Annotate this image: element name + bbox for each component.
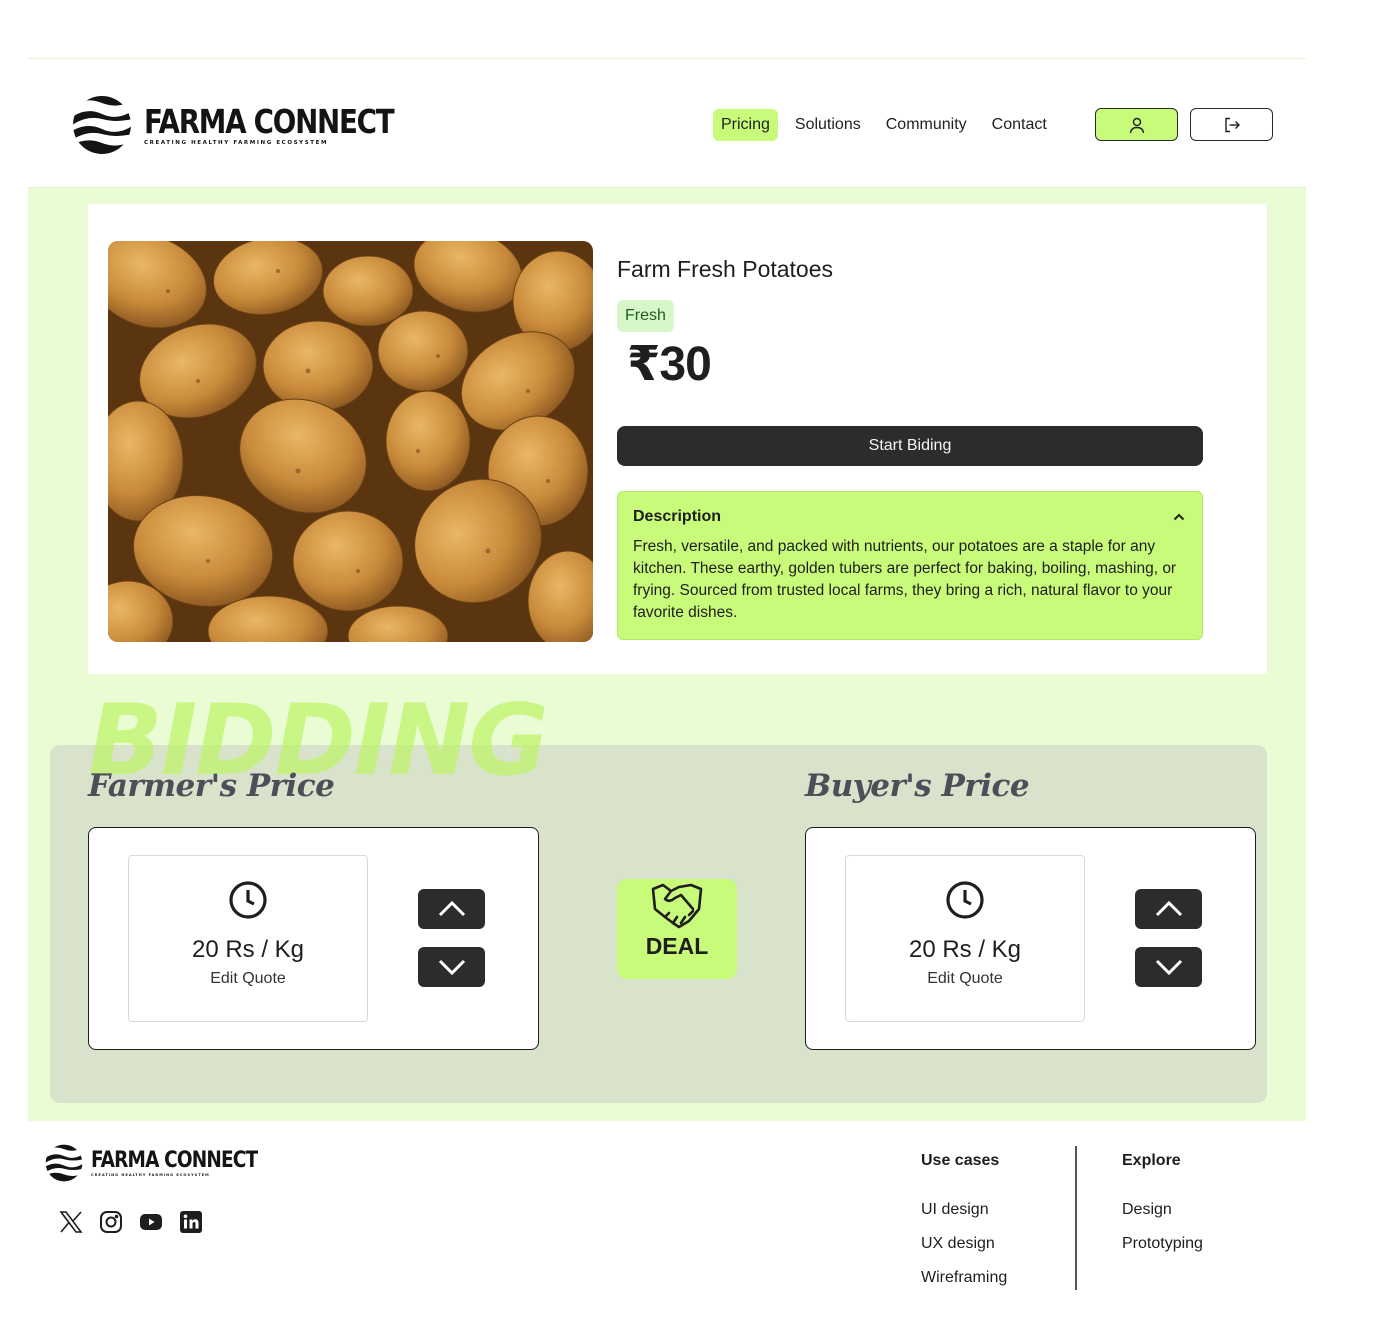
farmer-edit-quote[interactable]: Edit Quote (210, 970, 286, 988)
logo-mark-icon (45, 1144, 83, 1182)
brand-logo[interactable]: FARMA CONNECT CREATING HEALTHY FARMING E… (72, 95, 441, 155)
chevron-up-icon[interactable] (1171, 509, 1187, 525)
start-bidding-button[interactable]: Start Biding (617, 426, 1203, 466)
farmer-increase-button[interactable] (418, 889, 485, 929)
use-cases-title: Use cases (921, 1152, 1000, 1169)
description-heading: Description (633, 508, 722, 525)
footer-link-prototyping[interactable]: Prototyping (1122, 1234, 1203, 1254)
footer-link-ui-design[interactable]: UI design (921, 1200, 1007, 1220)
description-header[interactable]: Description (633, 508, 1187, 526)
x-icon[interactable] (59, 1210, 83, 1234)
chevron-up-icon (1155, 900, 1182, 917)
fresh-badge: Fresh (617, 300, 674, 332)
footer-use-cases: Use cases UI design UX design Wireframin… (921, 1152, 1007, 1302)
footer-link-ux-design[interactable]: UX design (921, 1234, 1007, 1254)
youtube-icon[interactable] (139, 1210, 163, 1234)
instagram-icon[interactable] (99, 1210, 123, 1234)
description-panel: Description Fresh, versatile, and packed… (617, 491, 1203, 640)
footer-explore: Explore Design Prototyping (1122, 1152, 1203, 1268)
chevron-down-icon (438, 959, 465, 976)
deal-label: DEAL (645, 933, 709, 959)
footer-link-design[interactable]: Design (1122, 1200, 1203, 1220)
buyer-quote-value: 20 Rs / Kg (908, 936, 1022, 963)
product-image (108, 241, 593, 642)
nav-item-contact[interactable]: Contact (984, 109, 1055, 141)
explore-title: Explore (1122, 1152, 1181, 1169)
footer-brand-name: FARMA CONNECT (91, 1148, 258, 1173)
farmer-quote-card[interactable]: 20 Rs / Kg Edit Quote (128, 855, 368, 1022)
product-price: ₹30 (627, 338, 712, 391)
footer-brand-tagline: CREATING HEALTHY FARMING ECOSYSTEM (91, 1173, 210, 1177)
product-card: Farm Fresh Potatoes Fresh ₹30 Start Bidi… (88, 204, 1267, 674)
linkedin-icon[interactable] (179, 1210, 203, 1234)
nav-item-pricing[interactable]: Pricing (713, 109, 778, 141)
farmer-price-box: 20 Rs / Kg Edit Quote (88, 827, 539, 1050)
buyer-increase-button[interactable] (1135, 889, 1202, 929)
buyer-price-box: 20 Rs / Kg Edit Quote (805, 827, 1256, 1050)
account-button[interactable] (1095, 108, 1178, 141)
product-title: Farm Fresh Potatoes (617, 256, 834, 282)
site-footer: FARMA CONNECT CREATING HEALTHY FARMING E… (0, 1122, 1384, 1330)
brand-name: FARMA CONNECT (144, 102, 395, 141)
footer-logo[interactable]: FARMA CONNECT CREATING HEALTHY FARMING E… (45, 1144, 289, 1182)
main-nav: Pricing Solutions Community Contact (713, 109, 1064, 141)
footer-divider (1075, 1146, 1077, 1290)
farmer-price-title: Farmer's Price (88, 768, 335, 804)
footer-link-wireframing[interactable]: Wireframing (921, 1268, 1007, 1288)
user-icon (1129, 117, 1144, 133)
handshake-icon (651, 883, 703, 929)
description-text: Fresh, versatile, and packed with nutrie… (633, 538, 1177, 621)
buyer-edit-quote[interactable]: Edit Quote (927, 970, 1003, 988)
farmer-decrease-button[interactable] (418, 947, 485, 987)
logout-button[interactable] (1190, 108, 1273, 141)
buyer-decrease-button[interactable] (1135, 947, 1202, 987)
nav-item-solutions[interactable]: Solutions (787, 109, 869, 141)
logout-icon (1224, 117, 1240, 132)
logo-mark-icon (73, 96, 131, 154)
buyer-price-title: Buyer's Price (805, 768, 1030, 804)
social-links (59, 1210, 203, 1234)
site-header: FARMA CONNECT CREATING HEALTHY FARMING E… (28, 58, 1306, 188)
chevron-down-icon (1155, 959, 1182, 976)
clock-icon (946, 881, 984, 919)
chevron-up-icon (438, 900, 465, 917)
clock-icon (229, 881, 267, 919)
deal-button[interactable]: DEAL (617, 879, 737, 979)
farmer-quote-value: 20 Rs / Kg (191, 936, 305, 963)
buyer-quote-card[interactable]: 20 Rs / Kg Edit Quote (845, 855, 1085, 1022)
nav-item-community[interactable]: Community (878, 109, 975, 141)
